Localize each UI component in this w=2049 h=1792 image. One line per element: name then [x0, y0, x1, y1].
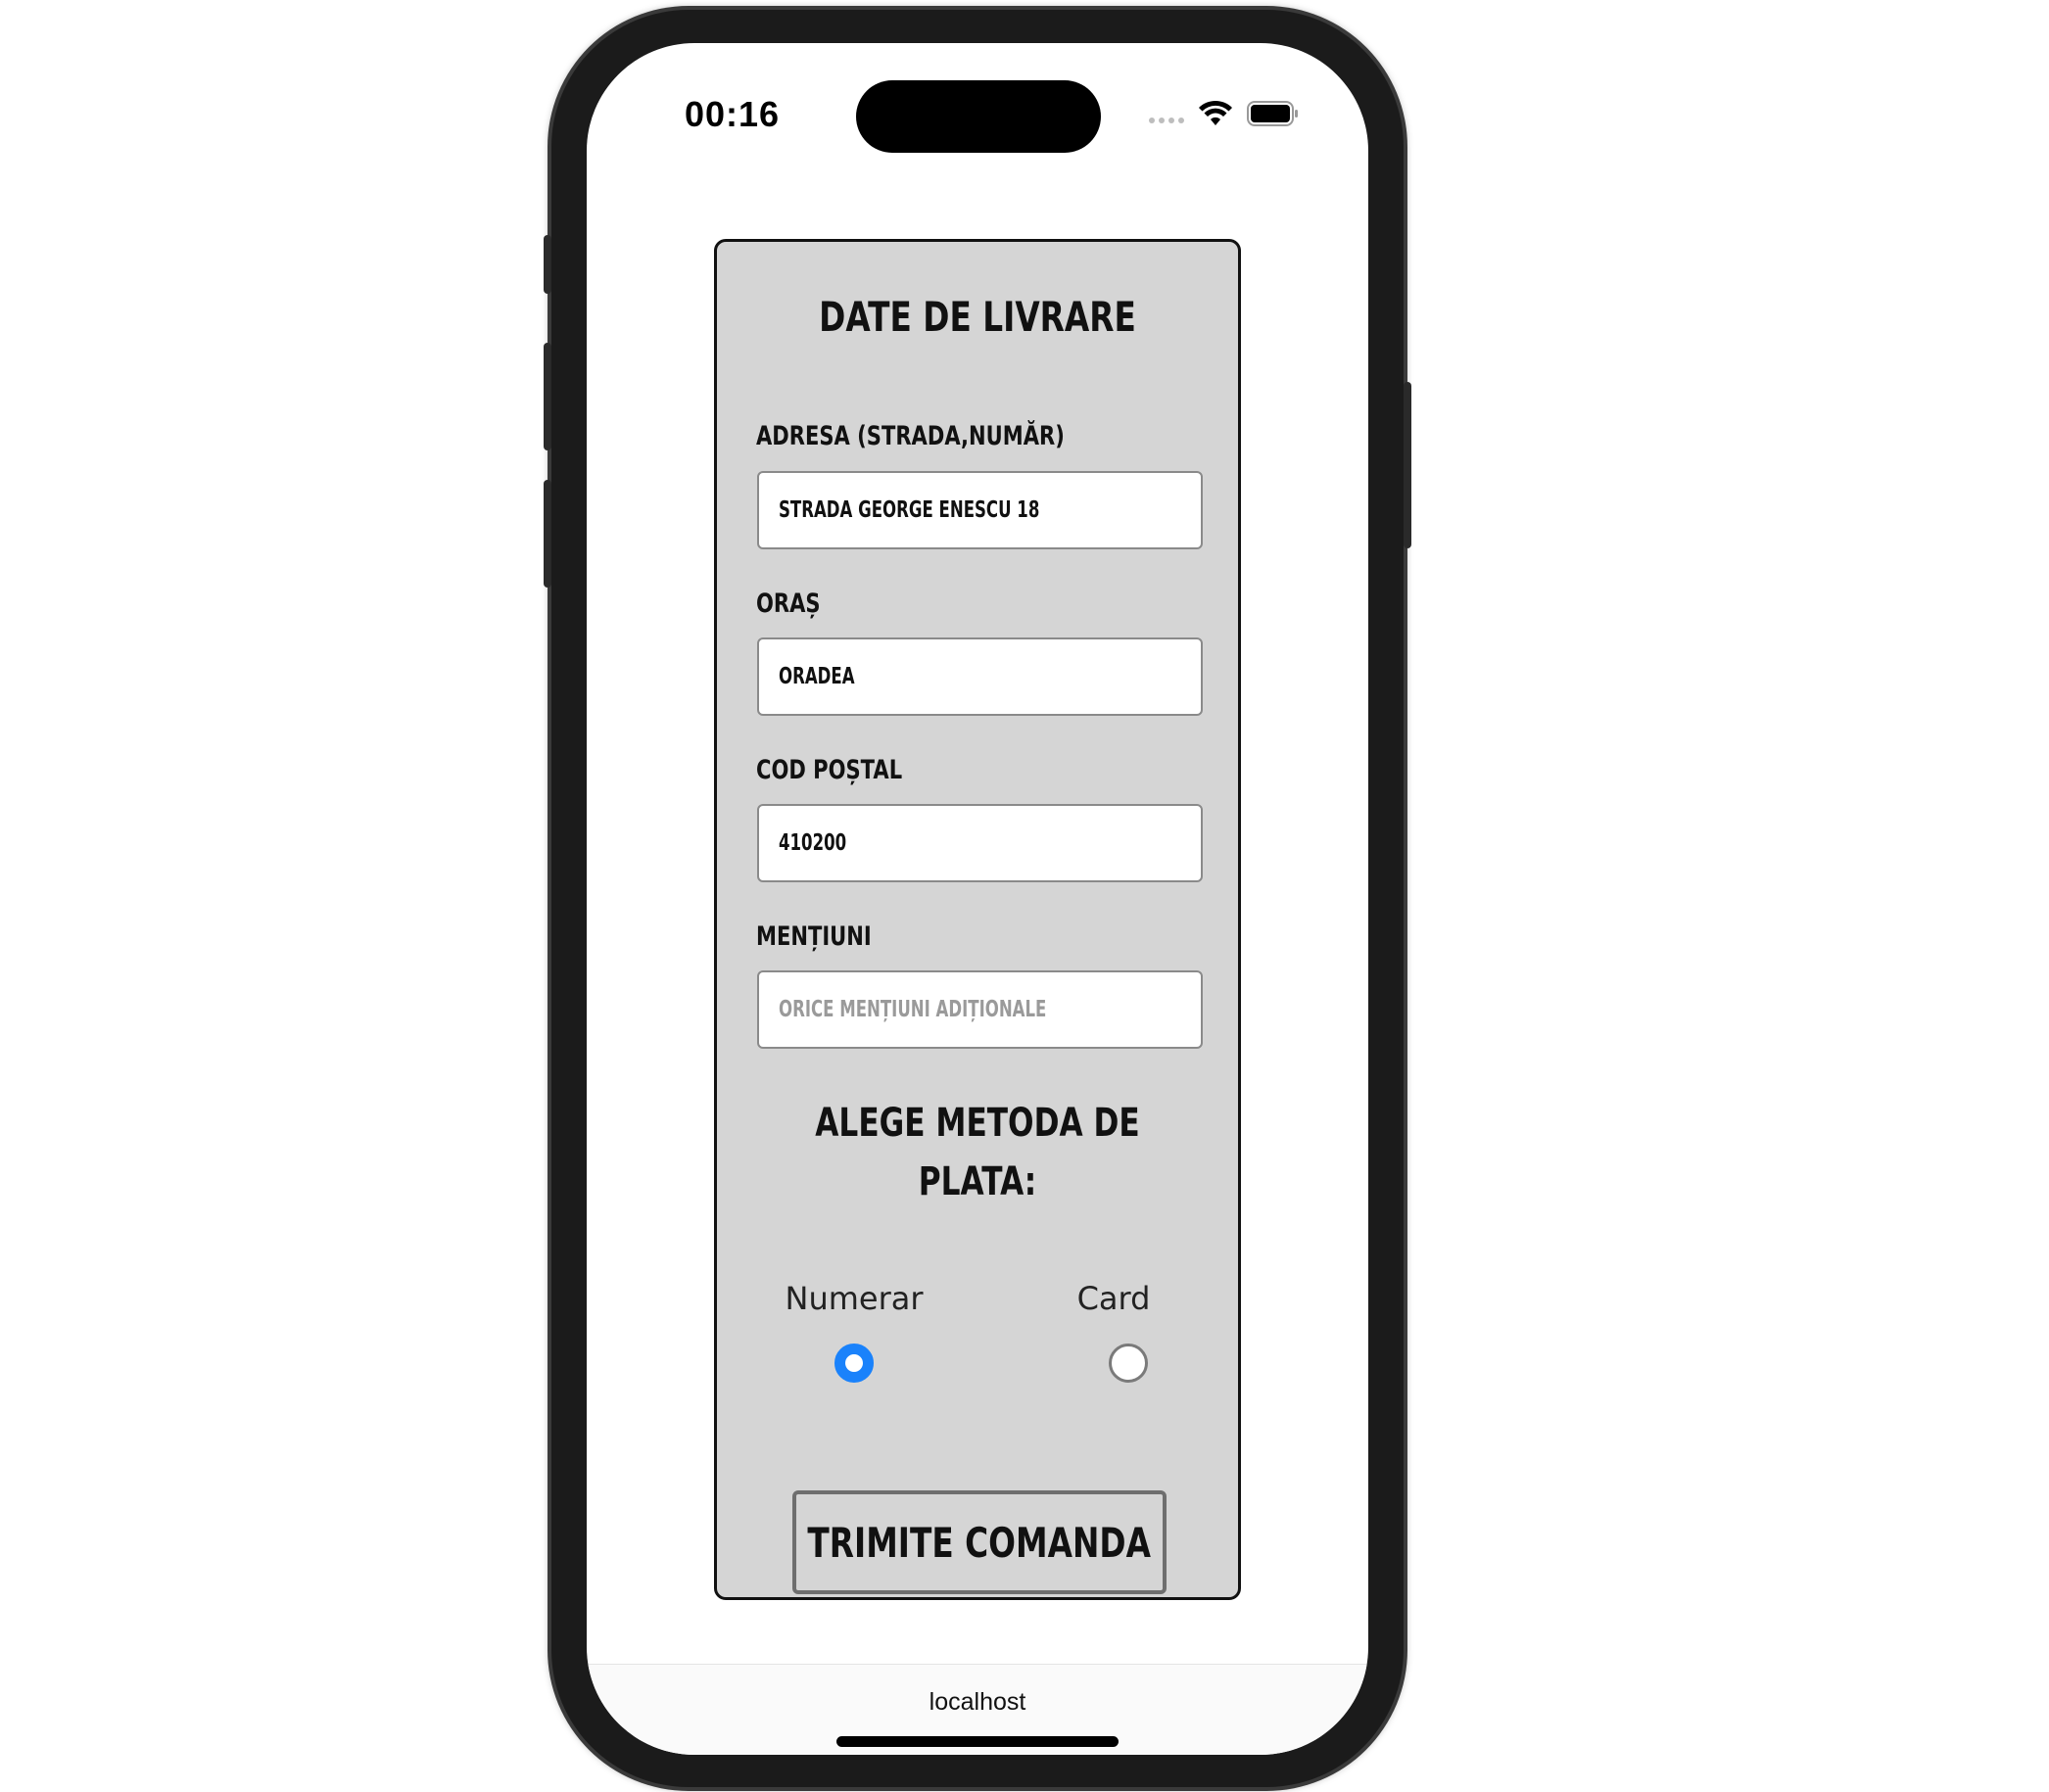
form-title: DATE DE LIVRARE — [819, 293, 1136, 341]
payment-option-card-radio[interactable] — [1109, 1344, 1148, 1383]
notes-input[interactable]: ORICE MENȚIUNI ADIȚIONALE — [757, 970, 1203, 1049]
status-icons — [1149, 100, 1300, 127]
browser-url: localhost — [929, 1688, 1026, 1716]
dynamic-island — [856, 80, 1101, 153]
city-label: ORAȘ — [756, 589, 821, 619]
phone-side-button — [544, 235, 551, 294]
submit-order-label: TRIMITE COMANDA — [807, 1518, 1152, 1567]
delivery-form-card: DATE DE LIVRARE ADRESA (STRADA,NUMĂR) ST… — [714, 239, 1241, 1600]
wifi-icon — [1199, 100, 1232, 125]
payment-title-line1: ALEGE METODA DE — [815, 1101, 1140, 1146]
postal-code-label: COD POȘTAL — [756, 755, 903, 785]
notes-input-placeholder: ORICE MENȚIUNI ADIȚIONALE — [779, 997, 1047, 1022]
postal-code-input[interactable]: 410200 — [757, 804, 1203, 882]
payment-option-cash-radio[interactable] — [834, 1344, 874, 1383]
battery-icon — [1247, 101, 1298, 126]
phone-volume-up-button — [544, 343, 551, 450]
status-time: 00:16 — [685, 94, 781, 134]
payment-option-card-label: Card — [1076, 1280, 1151, 1317]
submit-order-button[interactable]: TRIMITE COMANDA — [792, 1490, 1167, 1594]
address-input[interactable]: STRADA GEORGE ENESCU 18 — [757, 471, 1203, 549]
payment-title-line2: PLATA: — [918, 1159, 1037, 1204]
phone-frame: 00:16 DATE DE LIVRARE ADRESA (STRADA,NUM… — [544, 10, 1411, 1787]
phone-screen: 00:16 DATE DE LIVRARE ADRESA (STRADA,NUM… — [587, 43, 1368, 1755]
home-indicator[interactable] — [836, 1736, 1119, 1747]
address-input-value: STRADA GEORGE ENESCU 18 — [779, 497, 1040, 523]
signal-icon — [1149, 118, 1184, 123]
payment-method-title: ALEGE METODA DE PLATA: — [775, 1094, 1181, 1211]
phone-volume-down-button — [544, 480, 551, 588]
postal-code-input-value: 410200 — [779, 830, 847, 856]
city-input-value: ORADEA — [779, 664, 855, 689]
phone-power-button — [1404, 382, 1411, 548]
notes-label: MENȚIUNI — [756, 921, 872, 952]
address-label: ADRESA (STRADA,NUMĂR) — [756, 421, 1065, 451]
payment-option-cash-label: Numerar — [785, 1280, 924, 1317]
city-input[interactable]: ORADEA — [757, 637, 1203, 716]
